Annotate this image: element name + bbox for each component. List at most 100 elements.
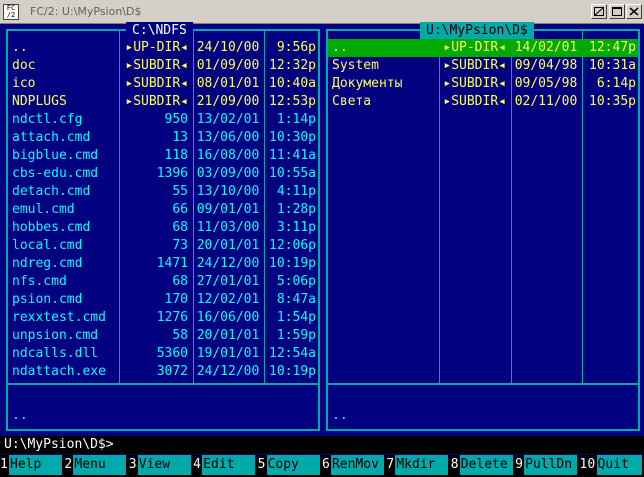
file-row[interactable]: hobbes.cmd 68 11/03/00 3:11p [8,219,318,237]
file-row[interactable]: emul.cmd 66 09/01/01 1:28p [8,201,318,219]
file-name: attach.cmd [12,130,91,145]
file-size: 1396 [156,166,188,181]
file-name: ndcalls.dll [12,346,99,361]
function-key-edit[interactable]: 4 Edit [193,455,257,477]
function-key-label: View [137,455,191,475]
function-key-view[interactable]: 3 View [129,455,193,477]
file-date: 24/12/00 [196,364,260,379]
file-date: 19/01/01 [196,346,260,361]
function-key-copy[interactable]: 5 Copy [258,455,322,477]
dir-marker: ▸UP-DIR◂ [443,40,506,55]
file-size: 1276 [156,310,188,325]
file-name: Документы [332,76,403,91]
dir-marker: ▸SUBDIR◂ [443,76,506,91]
file-row[interactable]: ndreg.cmd 1471 24/12/00 10:19p [8,255,318,273]
file-size: 68 [172,220,188,235]
function-key-label: PullDn [524,455,578,475]
file-row[interactable]: detach.cmd 55 13/10/00 4:11p [8,183,318,201]
file-row[interactable]: .. ▸UP-DIR◂ 24/10/00 9:56p [8,39,318,57]
function-key-help[interactable]: 1 Help [0,455,64,477]
file-time: 12:53p [269,94,316,109]
file-row[interactable]: ndctl.cfg 950 13/02/01 1:14p [8,111,318,129]
file-size: 13 [172,130,188,145]
file-name: detach.cmd [12,184,91,199]
file-time: 10:19p [269,256,316,271]
file-size: 66 [172,202,188,217]
function-key-renmov[interactable]: 6 RenMov [322,455,386,477]
file-date: 03/09/00 [196,166,260,181]
file-row[interactable]: rexxtest.cmd 1276 16/06/00 1:54p [8,309,318,327]
close-button[interactable] [626,4,642,19]
file-date: 09/01/01 [196,202,260,217]
file-time: 5:06p [276,274,316,289]
file-name: Света [332,94,372,109]
window-title: FC/2: U:\MyPsion\D$ [30,5,142,18]
file-time: 4:11p [276,184,316,199]
file-row[interactable]: ico ▸SUBDIR◂ 08/01/01 10:40a [8,75,318,93]
file-name: bigblue.cmd [12,148,99,163]
right-panel-footer: .. [332,408,348,423]
file-name: .. [12,40,28,55]
file-name: nfs.cmd [12,274,67,289]
function-key-pulldn[interactable]: 9 PullDn [515,455,579,477]
file-row[interactable]: System ▸SUBDIR◂ 09/04/98 10:31a [328,57,638,75]
right-panel-title: U:\MyPsion\D$ [420,22,534,40]
function-key-mkdir[interactable]: 7 Mkdir [386,455,450,477]
file-row[interactable]: doc ▸SUBDIR◂ 01/09/00 12:32p [8,57,318,75]
file-row[interactable]: ndcalls.dll 5360 19/01/01 12:54a [8,345,318,363]
file-date: 24/12/00 [196,256,260,271]
file-date: 13/02/01 [196,112,260,127]
file-size: 58 [172,328,188,343]
function-key-number: 2 [64,457,73,472]
file-date: 13/10/00 [196,184,260,199]
function-key-quit[interactable]: 10 Quit [580,455,644,477]
right-file-panel[interactable]: U:\MyPsion\D$ .. ▸UP-DIR◂ 14/02/01 12:47p Sy… [326,22,640,431]
file-row[interactable]: NDPLUGS ▸SUBDIR◂ 21/09/00 12:53p [8,93,318,111]
left-file-list: .. ▸UP-DIR◂ 24/10/00 9:56p doc ▸SUBDIR◂ 01/09/… [8,39,318,381]
file-time: 12:54a [269,346,316,361]
file-name: System [332,58,379,73]
file-row[interactable]: unpsion.cmd 58 20/01/01 1:59p [8,327,318,345]
maximize-button[interactable] [609,4,625,19]
file-size: 118 [164,148,188,163]
app-icon[interactable]: FC/2 [3,4,19,20]
file-row[interactable]: Документы ▸SUBDIR◂ 09/05/98 6:14p [328,75,638,93]
left-panel-title: C:\NDFS [126,22,193,40]
left-file-panel[interactable]: C:\NDFS .. ▸UP-DIR◂ 24/10/00 9:56p doc ▸SUBDI… [6,22,320,431]
dir-marker: ▸SUBDIR◂ [125,94,188,109]
file-row[interactable]: local.cmd 73 20/01/01 12:06p [8,237,318,255]
file-row[interactable]: cbs-edu.cmd 1396 03/09/00 10:55a [8,165,318,183]
file-row[interactable]: Света ▸SUBDIR◂ 02/11/00 10:35p [328,93,638,111]
file-size: 68 [172,274,188,289]
file-name: ndreg.cmd [12,256,83,271]
file-name: ndattach.exe [12,364,106,379]
panel-divider [8,383,318,385]
file-name: doc [12,58,36,73]
file-date: 09/04/98 [514,58,578,73]
file-row[interactable]: .. ▸UP-DIR◂ 14/02/01 12:47p [328,39,638,57]
file-size: 1471 [156,256,188,271]
file-date: 09/05/98 [514,76,578,91]
function-key-number: 1 [0,457,8,472]
function-key-menu[interactable]: 2 Menu [64,455,128,477]
file-row[interactable]: ndattach.exe 3072 24/12/00 10:19p [8,363,318,381]
file-date: 14/02/01 [514,40,578,55]
file-time: 10:40a [269,76,316,91]
file-row[interactable]: nfs.cmd 68 27/01/01 5:06p [8,273,318,291]
file-date: 21/09/00 [196,94,260,109]
file-size: 170 [164,292,188,307]
function-key-delete[interactable]: 8 Delete [451,455,515,477]
function-key-label: Mkdir [395,455,449,475]
file-row[interactable]: attach.cmd 13 13/06/00 10:30p [8,129,318,147]
file-time: 1:28p [276,202,316,217]
function-key-number: 10 [579,457,596,472]
file-time: 12:06p [269,238,316,253]
restore-button[interactable] [591,4,607,19]
file-time: 10:31a [589,58,636,73]
file-name: unpsion.cmd [12,328,99,343]
dir-marker: ▸SUBDIR◂ [443,94,506,109]
file-row[interactable]: psion.cmd 170 12/02/01 8:47a [8,291,318,309]
command-line[interactable]: U:\MyPsion\D$> [0,436,644,454]
file-row[interactable]: bigblue.cmd 118 16/08/00 11:41a [8,147,318,165]
function-key-number: 9 [515,457,523,472]
